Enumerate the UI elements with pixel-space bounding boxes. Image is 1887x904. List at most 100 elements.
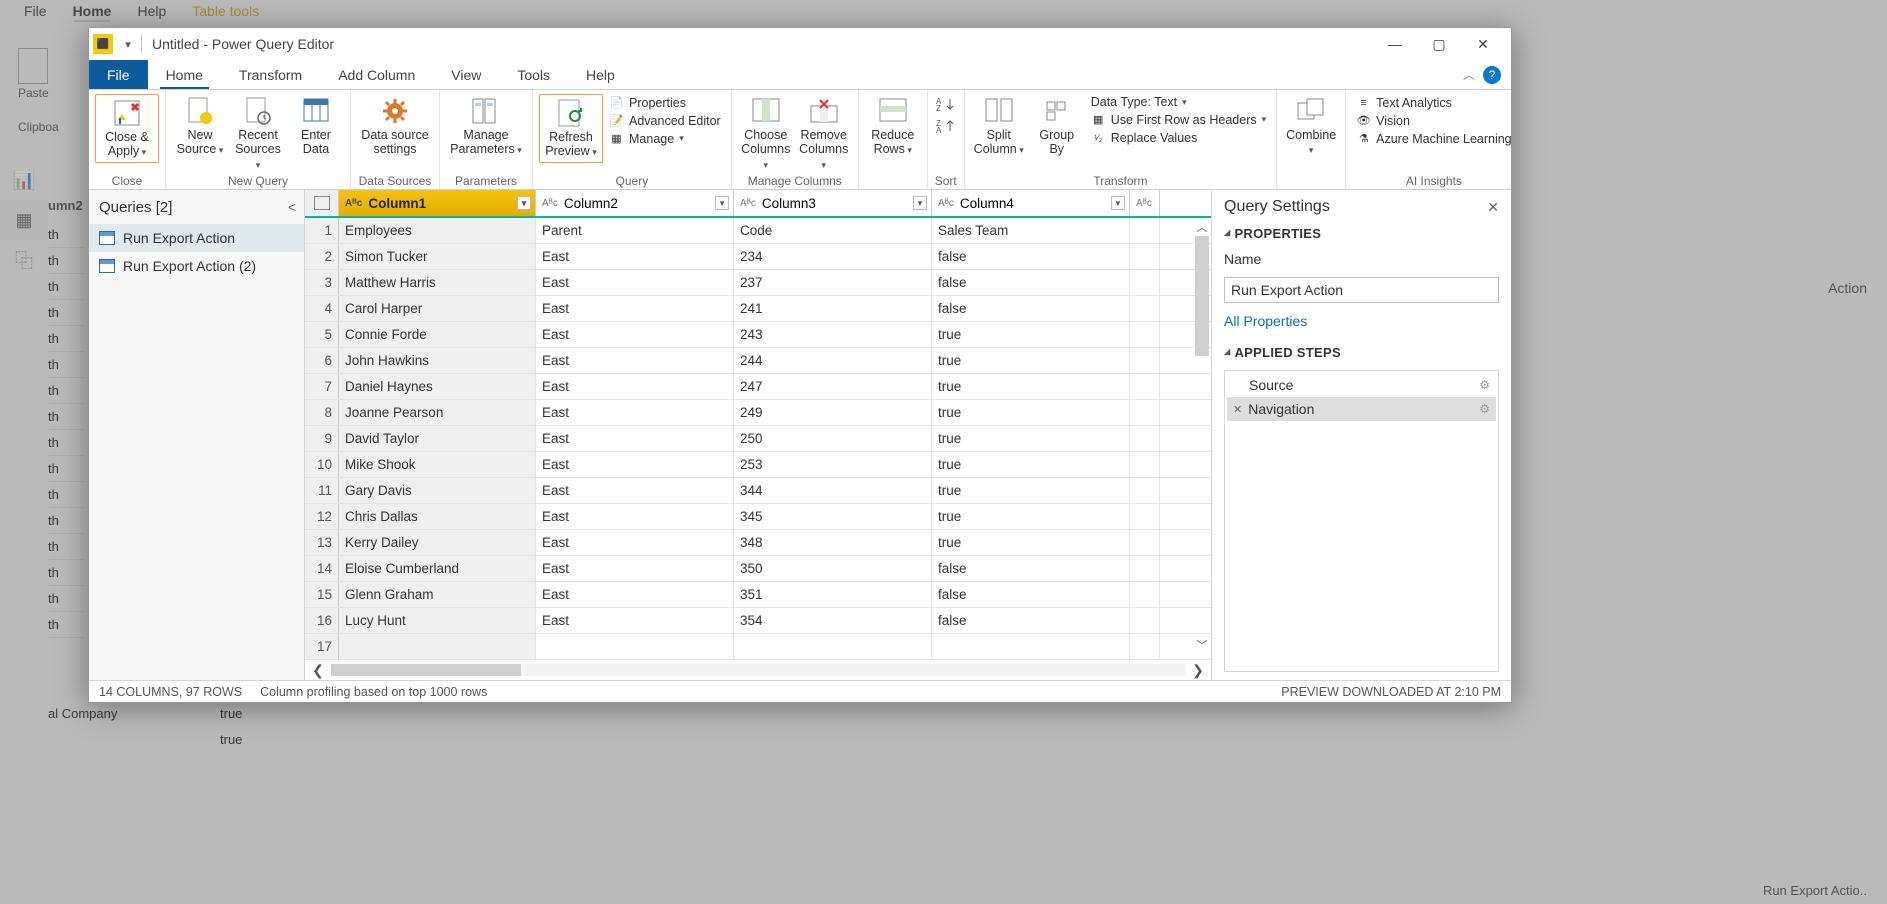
table-row[interactable]: 16Lucy HuntEast354false xyxy=(305,608,1211,634)
new-source-button[interactable]: New Source xyxy=(172,94,228,157)
cell[interactable]: Connie Forde xyxy=(339,322,536,347)
cell[interactable]: Carol Harper xyxy=(339,296,536,321)
properties-button[interactable]: 📄Properties xyxy=(605,94,725,111)
column-header-3[interactable]: AᴮcColumn3▾ xyxy=(734,190,932,216)
collapse-ribbon-button[interactable]: ︿ xyxy=(1463,66,1475,83)
manage-parameters-button[interactable]: Manage Parameters xyxy=(446,94,526,157)
cell[interactable]: true xyxy=(932,504,1130,529)
cell[interactable] xyxy=(1130,244,1160,269)
scroll-thumb-h[interactable] xyxy=(331,664,521,676)
applied-steps-section[interactable]: APPLIED STEPS xyxy=(1224,345,1499,360)
cell[interactable]: false xyxy=(932,244,1130,269)
advanced-editor-button[interactable]: 📝Advanced Editor xyxy=(605,112,725,129)
cell[interactable]: Sales Team xyxy=(932,218,1130,243)
cell[interactable]: false xyxy=(932,296,1130,321)
cell[interactable] xyxy=(1130,608,1160,633)
cell[interactable]: East xyxy=(536,608,734,633)
tab-transform[interactable]: Transform xyxy=(221,60,320,89)
tab-home[interactable]: Home xyxy=(148,60,221,89)
all-properties-link[interactable]: All Properties xyxy=(1224,313,1499,329)
cell[interactable]: Kerry Dailey xyxy=(339,530,536,555)
table-row[interactable]: 14Eloise CumberlandEast350false xyxy=(305,556,1211,582)
cell[interactable] xyxy=(734,634,932,659)
cell[interactable] xyxy=(1130,296,1160,321)
cell[interactable]: 249 xyxy=(734,400,932,425)
cell[interactable]: Gary Davis xyxy=(339,478,536,503)
cell[interactable]: 250 xyxy=(734,426,932,451)
cell[interactable]: East xyxy=(536,322,734,347)
cell[interactable]: 234 xyxy=(734,244,932,269)
table-row[interactable]: 4Carol HarperEast241false xyxy=(305,296,1211,322)
scroll-up-icon[interactable]: ︿ xyxy=(1193,218,1211,236)
cell[interactable]: Lucy Hunt xyxy=(339,608,536,633)
cell[interactable]: East xyxy=(536,244,734,269)
scroll-right-icon[interactable]: ❯ xyxy=(1185,662,1211,679)
tab-tools[interactable]: Tools xyxy=(499,60,568,89)
filter-icon[interactable]: ▾ xyxy=(715,196,729,210)
cell[interactable]: false xyxy=(932,608,1130,633)
cell[interactable]: true xyxy=(932,322,1130,347)
cell[interactable] xyxy=(1130,582,1160,607)
cell[interactable] xyxy=(1130,504,1160,529)
cell[interactable]: 253 xyxy=(734,452,932,477)
gear-icon[interactable]: ⚙ xyxy=(1479,402,1490,416)
cell[interactable]: Parent xyxy=(536,218,734,243)
close-button[interactable]: ✕ xyxy=(1461,30,1505,58)
filter-icon[interactable]: ▾ xyxy=(1111,196,1125,210)
cell[interactable]: Chris Dallas xyxy=(339,504,536,529)
cell[interactable]: true xyxy=(932,374,1130,399)
horizontal-scrollbar[interactable]: ❮ ❯ xyxy=(305,660,1211,680)
cell[interactable] xyxy=(1130,530,1160,555)
table-row[interactable]: 2Simon TuckerEast234false xyxy=(305,244,1211,270)
filter-icon[interactable]: ▾ xyxy=(517,196,531,210)
cell[interactable] xyxy=(932,634,1130,659)
choose-columns-button[interactable]: Choose Columns xyxy=(738,94,794,171)
table-row[interactable]: 15Glenn GrahamEast351false xyxy=(305,582,1211,608)
cell[interactable]: Daniel Haynes xyxy=(339,374,536,399)
group-by-button[interactable]: Group By xyxy=(1029,94,1085,157)
table-corner-icon[interactable] xyxy=(305,190,339,216)
help-icon[interactable]: ? xyxy=(1483,66,1501,84)
delete-step-icon[interactable]: ✕ xyxy=(1233,403,1242,416)
cell[interactable] xyxy=(1130,634,1160,659)
cell[interactable]: true xyxy=(932,530,1130,555)
table-row[interactable]: 6John HawkinsEast244true xyxy=(305,348,1211,374)
cell[interactable] xyxy=(1130,556,1160,581)
cell[interactable]: Joanne Pearson xyxy=(339,400,536,425)
cell[interactable]: 247 xyxy=(734,374,932,399)
cell[interactable] xyxy=(536,634,734,659)
cell[interactable]: East xyxy=(536,478,734,503)
properties-section[interactable]: PROPERTIES xyxy=(1224,226,1499,241)
cell[interactable]: East xyxy=(536,556,734,581)
table-row[interactable]: 7Daniel HaynesEast247true xyxy=(305,374,1211,400)
scroll-down-icon[interactable]: ﹀ xyxy=(1193,636,1211,654)
cell[interactable]: 351 xyxy=(734,582,932,607)
cell[interactable]: true xyxy=(932,452,1130,477)
scroll-left-icon[interactable]: ❮ xyxy=(305,662,331,679)
sort-asc-button[interactable]: AZ xyxy=(934,94,958,114)
tab-file[interactable]: File xyxy=(89,60,148,89)
cell[interactable] xyxy=(1130,374,1160,399)
use-first-row-button[interactable]: ▦Use First Row as Headers xyxy=(1087,111,1270,128)
azure-ml-button[interactable]: ⚗Azure Machine Learning xyxy=(1352,130,1516,147)
cell[interactable]: true xyxy=(932,426,1130,451)
cell[interactable] xyxy=(1130,478,1160,503)
remove-columns-button[interactable]: Remove Columns xyxy=(796,94,852,171)
cell[interactable]: 354 xyxy=(734,608,932,633)
minimize-button[interactable]: — xyxy=(1373,30,1417,58)
close-settings-button[interactable]: ✕ xyxy=(1487,199,1499,216)
cell[interactable]: false xyxy=(932,556,1130,581)
step-navigation[interactable]: ✕Navigation⚙ xyxy=(1227,397,1496,421)
query-item-2[interactable]: Run Export Action (2) xyxy=(89,252,304,280)
cell[interactable]: Simon Tucker xyxy=(339,244,536,269)
cell[interactable]: East xyxy=(536,374,734,399)
manage-button[interactable]: ▦Manage xyxy=(605,130,725,147)
cell[interactable]: 348 xyxy=(734,530,932,555)
cell[interactable]: Eloise Cumberland xyxy=(339,556,536,581)
split-column-button[interactable]: Split Column xyxy=(971,94,1027,157)
column-header-1[interactable]: AᴮcColumn1▾ xyxy=(339,190,536,216)
cell[interactable]: East xyxy=(536,270,734,295)
column-header-2[interactable]: AᴮcColumn2▾ xyxy=(536,190,734,216)
table-row[interactable]: 17 xyxy=(305,634,1211,660)
tab-help[interactable]: Help xyxy=(568,60,633,89)
